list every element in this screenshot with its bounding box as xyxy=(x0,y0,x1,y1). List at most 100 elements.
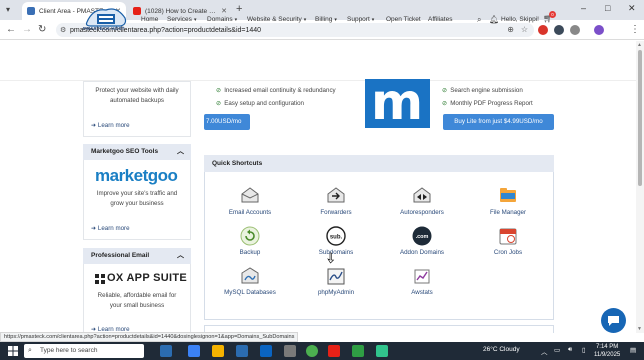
site-header xyxy=(0,41,636,81)
live-chat-button[interactable] xyxy=(601,308,626,333)
app-icon[interactable] xyxy=(352,345,364,357)
zoom-icon[interactable]: ⊕ xyxy=(507,25,514,34)
marketgoo-panel-header[interactable]: Marketgoo SEO Tools ︿ xyxy=(83,144,191,160)
pmasteck-logo[interactable] xyxy=(83,4,129,36)
feature-item: ⊘ Search engine submission xyxy=(442,87,523,94)
feature-item: ⊘ Easy setup and configuration xyxy=(216,100,304,107)
shortcut-mysql-databases[interactable]: MySQL Databases xyxy=(210,289,290,296)
youtube-favicon-icon xyxy=(133,7,141,15)
tab-list-icon[interactable]: ▾ xyxy=(6,5,10,14)
addon-domain-icon[interactable]: .com xyxy=(412,226,432,246)
site-info-icon[interactable]: ⚙ xyxy=(60,26,66,34)
calendar-icon[interactable] xyxy=(498,226,518,246)
task-view-icon[interactable] xyxy=(160,345,172,357)
bookmark-star-icon[interactable]: ☆ xyxy=(521,25,528,34)
nav-billing[interactable]: Billing ▾ xyxy=(315,16,337,23)
tray-chevron-icon[interactable]: ︿ xyxy=(541,346,548,356)
nav-open-ticket[interactable]: Open Ticket xyxy=(386,16,421,23)
nav-website-security[interactable]: Website & Security ▾ xyxy=(247,16,306,23)
close-window-icon[interactable]: ✕ xyxy=(628,3,636,14)
forward-icon: → xyxy=(22,24,32,35)
cart-count-badge: 0 xyxy=(549,11,556,18)
extensions-puzzle-icon[interactable] xyxy=(570,25,580,35)
svg-text:sub.: sub. xyxy=(330,235,343,241)
volume-icon[interactable]: 🔊︎ xyxy=(568,346,572,354)
forward-icon[interactable] xyxy=(326,185,346,205)
chevron-down-icon: ▾ xyxy=(193,17,197,23)
app-icon[interactable] xyxy=(284,345,296,357)
back-icon[interactable]: ← xyxy=(6,24,16,35)
maximize-icon[interactable]: □ xyxy=(605,3,610,13)
shortcut-backup[interactable]: Backup xyxy=(210,249,290,256)
browser-menu-icon[interactable]: ⋮ xyxy=(630,24,640,35)
nav-home[interactable]: Home xyxy=(141,16,158,23)
scroll-down-icon[interactable]: ▼ xyxy=(637,326,642,332)
edge-icon[interactable] xyxy=(188,345,200,357)
backup-icon[interactable] xyxy=(240,226,260,246)
battery-icon[interactable]: ▯ xyxy=(582,346,586,354)
shortcut-autoresponders[interactable]: Autoresponders xyxy=(382,209,462,216)
file-explorer-icon[interactable] xyxy=(212,345,224,357)
shortcut-subdomains[interactable]: Subdomains xyxy=(296,249,376,256)
subdomain-icon[interactable]: sub. xyxy=(326,226,346,246)
taskbar-clock[interactable]: 7:14 PM 11/9/2025 xyxy=(594,343,620,359)
close-tab-icon[interactable]: ✕ xyxy=(221,7,227,15)
clock-time: 7:14 PM xyxy=(595,344,619,350)
app-icon[interactable] xyxy=(376,345,388,357)
svg-text:.com: .com xyxy=(416,234,429,240)
shortcut-file-manager[interactable]: File Manager xyxy=(468,209,548,216)
windows-start-icon[interactable] xyxy=(8,346,18,356)
learn-more-link[interactable]: ➜ Learn more xyxy=(91,122,130,129)
quick-shortcuts-title: Quick Shortcuts xyxy=(204,155,554,172)
professional-email-text: Reliable, affordable email for your smal… xyxy=(97,292,177,309)
site-favicon-icon xyxy=(27,7,35,15)
chevron-up-icon[interactable]: ︿ xyxy=(177,248,184,264)
chevron-up-icon[interactable]: ︿ xyxy=(177,144,184,160)
store-icon[interactable] xyxy=(236,345,248,357)
mail-icon[interactable] xyxy=(260,345,272,357)
marketgoo-m-glyph: m xyxy=(371,73,424,131)
chrome-icon[interactable] xyxy=(306,345,318,357)
extension-icon[interactable] xyxy=(554,25,564,35)
notification-bell-icon[interactable]: 🔔︎ xyxy=(489,15,499,24)
marketgoo-text: Improve your site's traffic and grow you… xyxy=(96,190,178,207)
network-icon[interactable]: ▭ xyxy=(554,346,560,354)
stats-icon[interactable] xyxy=(412,266,432,286)
buy-email-button[interactable]: 7.00USD/mo xyxy=(204,114,250,130)
phpmyadmin-icon[interactable] xyxy=(326,266,346,286)
marketgoo-m-logo: m xyxy=(365,73,430,131)
nav-services[interactable]: Services ▾ xyxy=(167,16,196,23)
notifications-icon[interactable]: ▤ xyxy=(630,346,636,354)
search-icon[interactable]: ⌕ xyxy=(477,15,481,25)
reload-icon[interactable]: ↻ xyxy=(38,24,46,35)
windows-taskbar: ⌕ Type here to search 26°C Cloudy ︿ ▭ 🔊︎… xyxy=(0,342,644,360)
nav-domains[interactable]: Domains ▾ xyxy=(207,16,237,23)
extension-icon[interactable] xyxy=(538,25,548,35)
learn-more-link[interactable]: ➜ Learn more xyxy=(91,225,130,232)
new-tab-icon[interactable]: + xyxy=(236,3,242,15)
minimize-icon[interactable]: – xyxy=(581,3,586,13)
check-circle-icon: ⊘ xyxy=(442,100,448,107)
shortcut-phpmyadmin[interactable]: phpMyAdmin xyxy=(296,289,376,296)
scroll-up-icon[interactable]: ▲ xyxy=(637,42,642,48)
nav-support[interactable]: Support ▾ xyxy=(347,16,374,23)
autoresponder-icon[interactable] xyxy=(412,185,432,205)
shortcut-awstats[interactable]: Awstats xyxy=(382,289,462,296)
youtube-icon[interactable] xyxy=(328,345,340,357)
shortcut-email-accounts[interactable]: Email Accounts xyxy=(210,209,290,216)
file-manager-icon[interactable] xyxy=(498,185,518,205)
user-greeting[interactable]: Hello, Skippi! xyxy=(501,16,539,23)
profile-avatar-icon[interactable] xyxy=(594,25,604,35)
shortcut-addon-domains[interactable]: Addon Domains xyxy=(382,249,462,256)
database-icon[interactable] xyxy=(240,266,260,286)
check-circle-icon: ⊘ xyxy=(442,87,448,94)
inbox-icon[interactable] xyxy=(240,185,260,205)
professional-email-panel-header[interactable]: Professional Email ︿ xyxy=(83,248,191,264)
buy-lite-button[interactable]: Buy Lite from just $4.99USD/mo xyxy=(443,114,554,130)
scrollbar-thumb[interactable] xyxy=(638,50,642,186)
weather-widget[interactable]: 26°C Cloudy xyxy=(483,346,520,353)
taskbar-search-input[interactable]: ⌕ Type here to search xyxy=(24,344,144,358)
shortcut-cron-jobs[interactable]: Cron Jobs xyxy=(468,249,548,256)
shortcut-forwarders[interactable]: Forwarders xyxy=(296,209,376,216)
nav-affiliates[interactable]: Affiliates xyxy=(428,16,452,23)
